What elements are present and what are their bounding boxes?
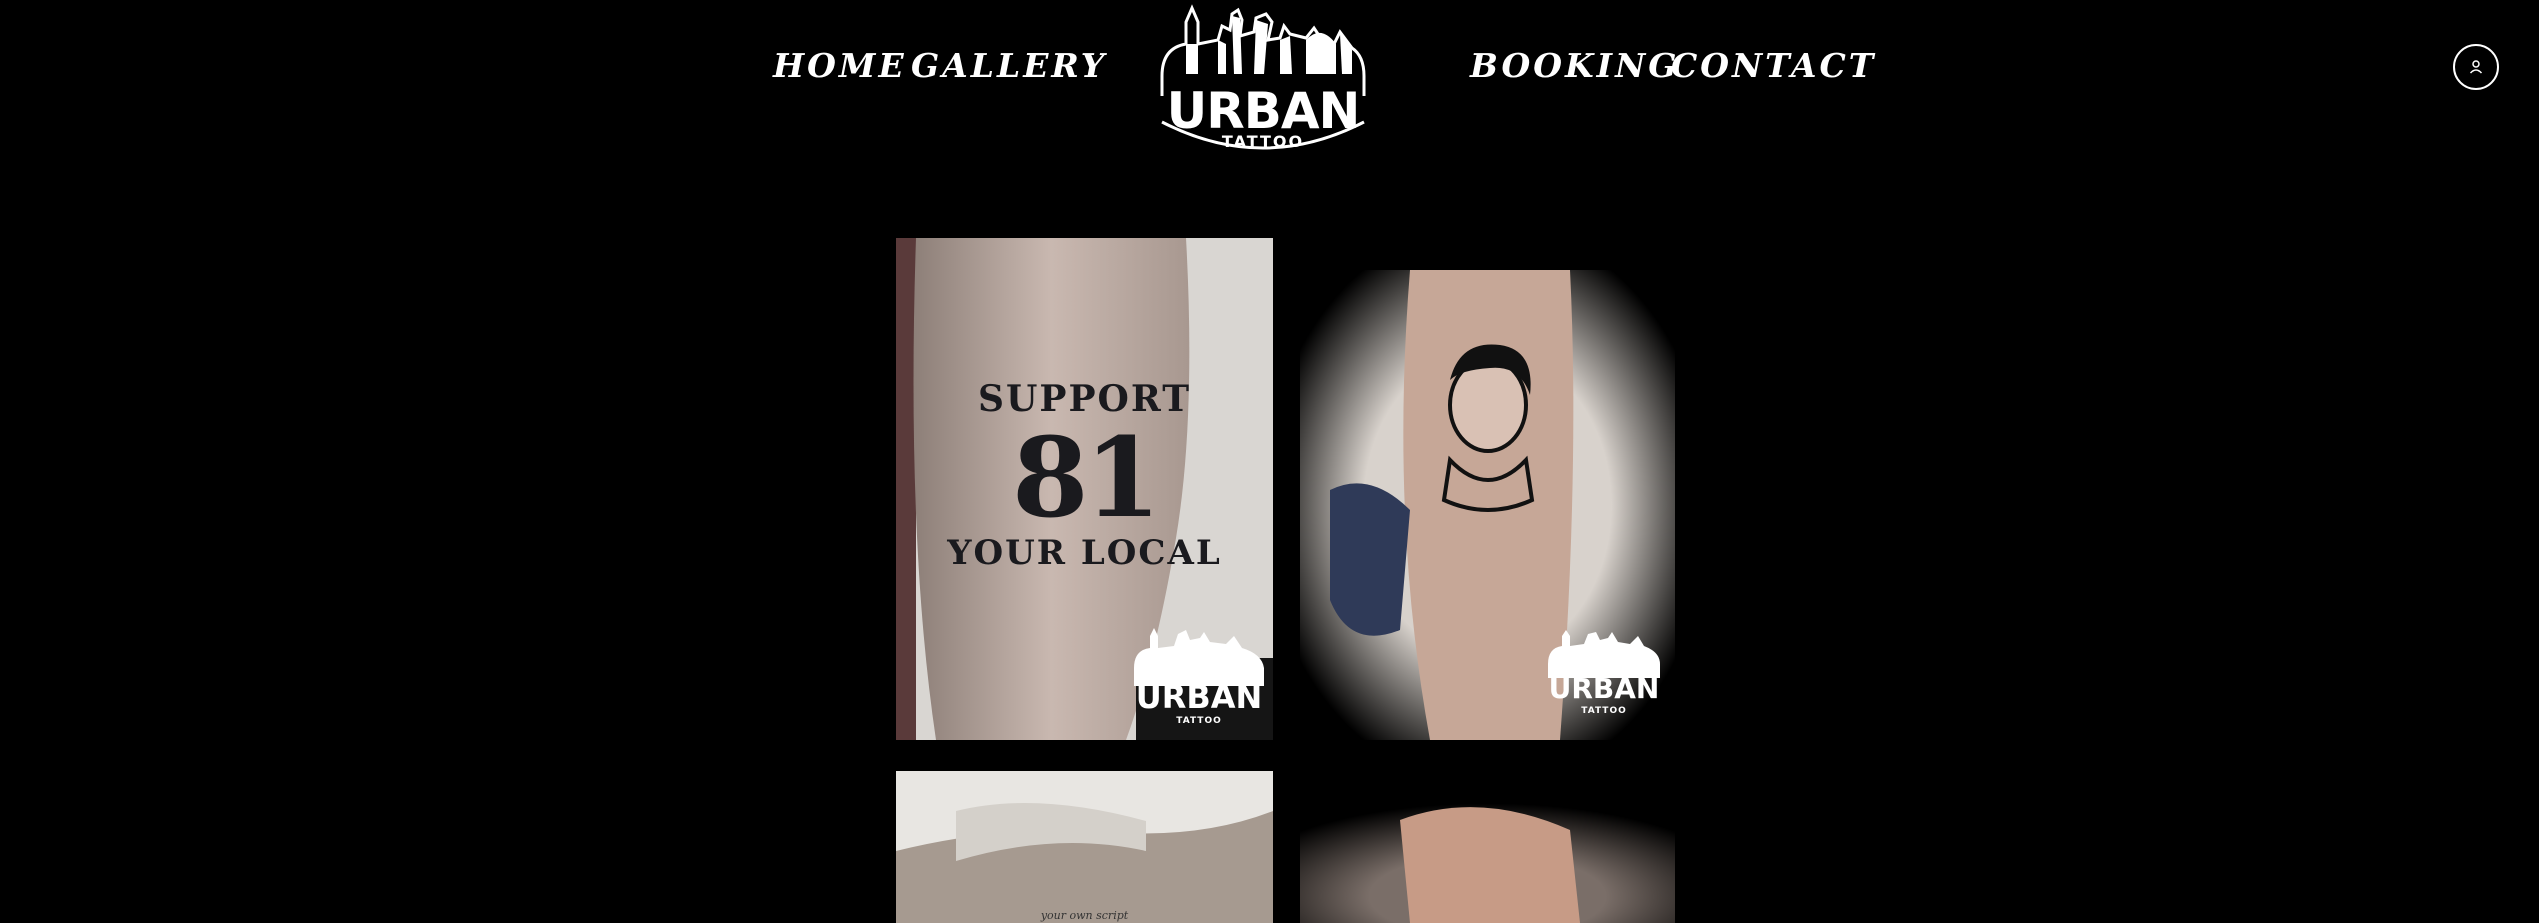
gallery-photo[interactable]: URBAN TATTOO — [1300, 270, 1675, 740]
nav-home-link[interactable]: HOME — [773, 46, 907, 85]
gallery-photo[interactable]: SUPPORT 81 YOUR LOCAL URBAN TATTOO — [896, 238, 1273, 740]
watermark-logo: URBAN TATTOO — [1544, 630, 1664, 730]
logo-subtitle: TATTOO — [1221, 132, 1305, 151]
tattoo-number: 81 — [1011, 413, 1161, 542]
watermark-word: URBAN — [1548, 672, 1660, 705]
arm-photo-image — [1300, 790, 1675, 923]
site-logo[interactable]: URBAN TATTOO — [1156, 4, 1370, 160]
nav-booking-link[interactable]: BOOKING — [1470, 46, 1679, 85]
account-button[interactable] — [2453, 44, 2499, 90]
user-icon — [2469, 60, 2483, 74]
watermark-word: URBAN — [1135, 678, 1263, 716]
watermark-sub: TATTOO — [1581, 706, 1627, 716]
tattoo-text-bottom: YOUR LOCAL — [947, 533, 1222, 573]
watermark-sub: TATTOO — [1176, 716, 1222, 726]
watermark-logo: URBAN TATTOO — [1130, 628, 1268, 732]
nav-gallery-link[interactable]: GALLERY — [911, 46, 1107, 85]
nav-contact-link[interactable]: CONTACT — [1671, 46, 1876, 85]
script-tattoo-photo-image — [896, 771, 1273, 923]
tattoo-script-text: your own script — [1040, 909, 1129, 922]
gallery-photo[interactable]: your own script — [896, 771, 1273, 923]
site-header: HOME GALLERY URBAN TATTOO BOOKING CONTAC… — [0, 0, 2539, 170]
gallery-photo[interactable] — [1300, 790, 1675, 923]
